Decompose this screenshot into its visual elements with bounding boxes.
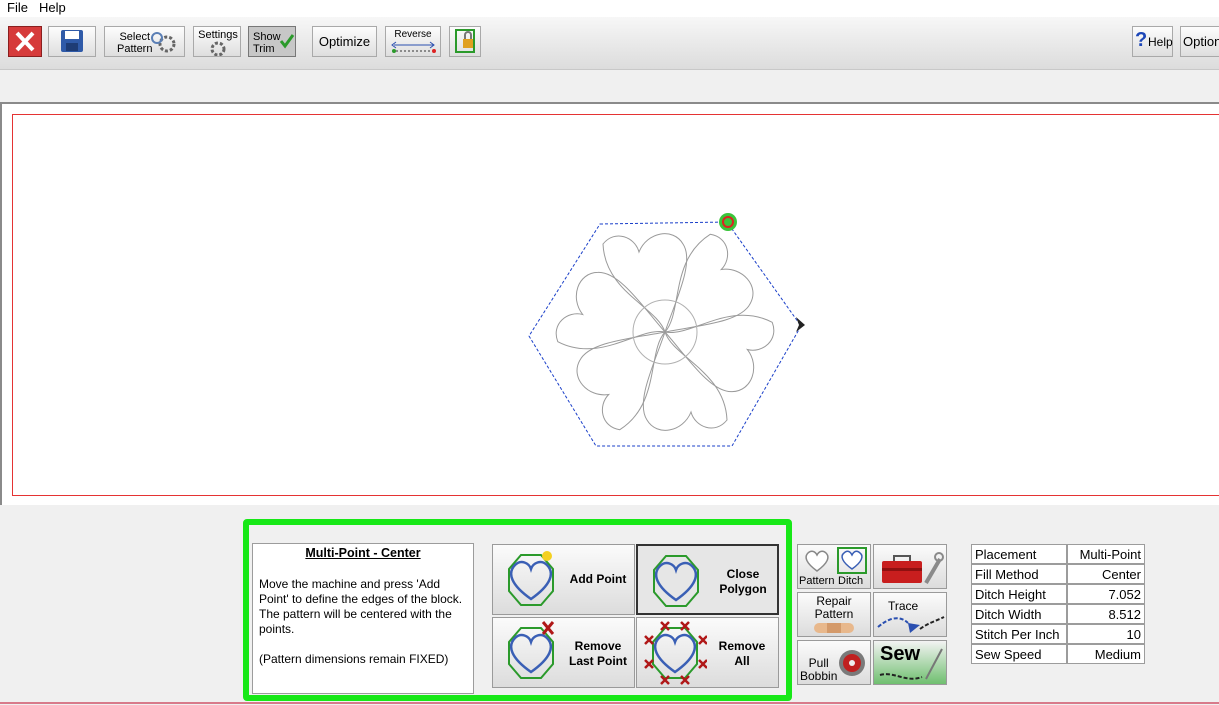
help-label: Help [1148, 35, 1173, 49]
panel-body: Move the machine and press 'Add Point' t… [259, 577, 463, 636]
pull-bobbin-button[interactable]: Pull Bobbin [797, 640, 871, 685]
remove-last-point-label-1: Remove [574, 639, 622, 653]
instructions-panel: Multi-Point - Center Move the machine an… [252, 543, 474, 694]
panel-note: (Pattern dimensions remain FIXED) [259, 652, 449, 666]
reverse-arrows-icon [391, 41, 436, 53]
table-row: Ditch Width 8.512 [971, 604, 1145, 624]
toolbox-icon [882, 552, 944, 585]
reverse-button[interactable]: Reverse [385, 26, 441, 57]
table-row: Ditch Height 7.052 [971, 584, 1145, 604]
lock-button[interactable] [449, 26, 481, 57]
table-row: Placement Multi-Point [971, 544, 1145, 564]
property-label: Placement [971, 544, 1067, 564]
properties-table: Placement Multi-Point Fill Method Center D… [971, 544, 1145, 664]
property-label: Stitch Per Inch [971, 624, 1067, 644]
table-row: Stitch Per Inch 10 [971, 624, 1145, 644]
show-trim-toggle[interactable]: Show Trim [248, 26, 296, 57]
ditch-heart-icon [837, 547, 867, 574]
ditch-label: Ditch [838, 575, 864, 587]
remove-all-button[interactable]: Remove All [636, 617, 779, 688]
repair-pattern-label-1: Repair [816, 594, 852, 608]
add-point-icon [508, 551, 554, 606]
optimize-button[interactable]: Optimize [312, 26, 377, 57]
trace-arrow-icon [877, 616, 945, 633]
table-row: Sew Speed Medium [971, 644, 1145, 664]
help-button[interactable]: ? Help [1132, 26, 1173, 57]
pattern-ditch-toggle[interactable]: Pattern Ditch [797, 544, 871, 589]
select-pattern-label-2: Pattern [117, 43, 153, 55]
remove-last-point-label-2: Last Point [568, 654, 627, 668]
menu-file[interactable]: File [7, 0, 28, 16]
remove-last-point-icon [508, 621, 555, 679]
property-value: Medium [1067, 644, 1145, 664]
close-polygon-label: Close Polygon [708, 567, 778, 597]
remove-all-label-1: Remove [718, 639, 766, 653]
repair-pattern-button[interactable]: Repair Pattern [797, 592, 871, 637]
menu-help[interactable]: Help [39, 0, 66, 16]
close-polygon-label-2: Polygon [719, 582, 767, 596]
needle-icon [879, 648, 943, 680]
settings-gear-icon [210, 41, 226, 56]
property-label: Fill Method [971, 564, 1067, 584]
select-pattern-label-1: Select [119, 31, 151, 43]
options-button[interactable]: Options [1180, 26, 1219, 57]
property-label: Sew Speed [971, 644, 1067, 664]
bottom-divider [0, 702, 1219, 704]
property-label: Ditch Width [971, 604, 1067, 624]
question-icon: ? [1135, 29, 1148, 51]
property-value: 10 [1067, 624, 1145, 644]
pattern-label: Pattern [799, 575, 835, 587]
trace-button[interactable]: Trace [873, 592, 947, 637]
remove-all-label-2: All [734, 654, 750, 668]
check-icon [279, 34, 295, 49]
panel-title: Multi-Point - Center [305, 546, 421, 560]
close-polygon-icon [653, 555, 699, 607]
show-trim-label-2: Trim [253, 43, 275, 55]
close-button[interactable] [8, 26, 42, 57]
pattern-heart-icon [805, 550, 829, 572]
add-point-label: Add Point [569, 572, 627, 586]
close-polygon-button[interactable]: Close Polygon [636, 544, 779, 615]
repair-pattern-label-2: Pattern [814, 607, 854, 621]
pull-bobbin-label: Pull Bobbin [800, 657, 837, 683]
property-value: Multi-Point [1067, 544, 1145, 564]
repair-pattern-label: Repair Pattern [798, 595, 870, 621]
trace-label: Trace [888, 599, 919, 613]
remove-all-label: Remove All [707, 639, 777, 669]
select-pattern-button[interactable]: Select Pattern [104, 26, 185, 57]
reverse-label: Reverse [394, 29, 432, 40]
table-row: Fill Method Center [971, 564, 1145, 584]
pull-bobbin-label-2: Bobbin [800, 669, 838, 683]
polygon-outline [528, 221, 802, 447]
settings-button[interactable]: Settings [193, 26, 241, 57]
property-label: Ditch Height [971, 584, 1067, 604]
ditch-option[interactable]: Ditch [835, 546, 869, 587]
remove-last-point-label: Remove Last Point [563, 639, 633, 669]
bandage-icon [814, 623, 854, 633]
toolbar: Select Pattern Settings Show Trim Optimi… [0, 17, 1219, 70]
pull-bobbin-label-1: Pull [808, 656, 829, 670]
toolbox-button[interactable] [873, 544, 947, 589]
show-trim-label-1: Show [253, 31, 281, 43]
bobbin-icon [839, 650, 865, 676]
property-value: Center [1067, 564, 1145, 584]
save-icon [61, 30, 83, 52]
sew-button[interactable]: Sew [873, 640, 947, 685]
property-value: 8.512 [1067, 604, 1145, 624]
lock-icon [455, 29, 475, 53]
gear-icon [151, 32, 176, 53]
remove-last-point-button[interactable]: Remove Last Point [492, 617, 635, 688]
pattern-option[interactable]: Pattern [799, 546, 835, 587]
current-point-marker [719, 213, 737, 231]
add-point-button[interactable]: Add Point [492, 544, 635, 615]
pattern-preview [528, 213, 805, 447]
remove-all-icon [644, 621, 707, 685]
save-button[interactable] [48, 26, 96, 57]
menu-bar: File Help [0, 0, 1219, 17]
close-polygon-label-1: Close [726, 567, 760, 581]
close-icon [15, 31, 35, 52]
property-value: 7.052 [1067, 584, 1145, 604]
cursor-arrow-icon [796, 317, 805, 332]
